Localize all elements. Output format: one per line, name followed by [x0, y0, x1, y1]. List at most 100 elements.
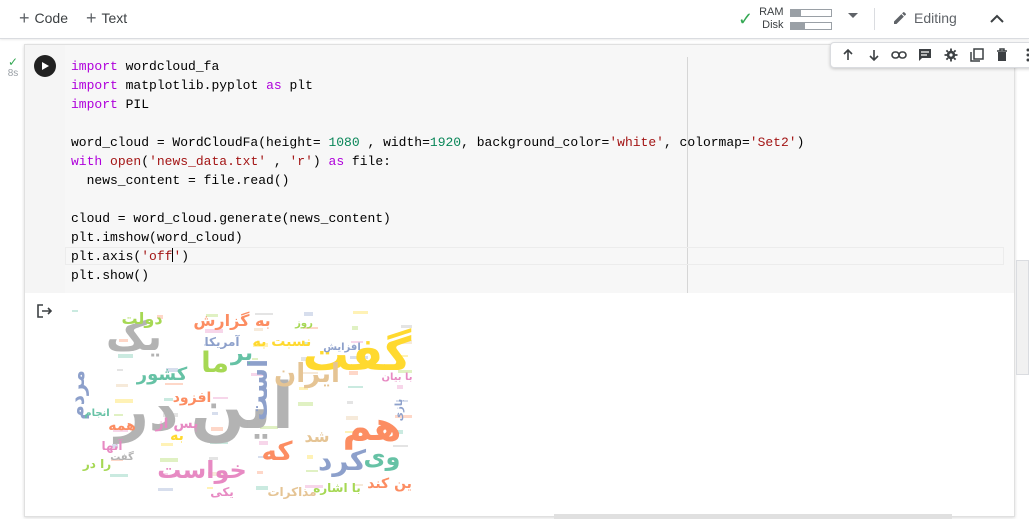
add-code-label: Code	[34, 10, 68, 26]
move-cell-up-button[interactable]	[837, 44, 859, 66]
arrow-up-icon	[843, 48, 853, 60]
code-line: import PIL	[71, 97, 150, 112]
success-check-icon: ✓	[7, 55, 19, 69]
wordcloud-small-word	[158, 488, 173, 491]
wordcloud-word: این کند	[367, 476, 412, 492]
more-actions-button[interactable]	[1017, 44, 1029, 66]
wordcloud-word: دولت	[121, 310, 162, 328]
connected-check-icon: ✓	[738, 8, 754, 29]
output-redirect-icon	[37, 304, 53, 318]
resource-meters: RAM Disk	[759, 6, 832, 32]
add-code-button[interactable]: + Code	[19, 9, 68, 27]
code-line: news_content = file.read()	[71, 173, 290, 188]
trash-icon	[997, 48, 1008, 61]
wordcloud-word: که	[262, 437, 294, 467]
wordcloud-word: افزود	[173, 390, 212, 406]
wordcloud-word: ایران	[274, 359, 340, 389]
cell-settings-button[interactable]	[940, 44, 962, 66]
code-line: plt.axis('off')	[71, 248, 190, 264]
wordcloud-word: بر	[230, 341, 253, 366]
code-line: word_cloud = WordCloudFa(height= 1080 , …	[71, 135, 805, 150]
code-line: plt.show()	[71, 268, 150, 283]
wordcloud-word: وی	[364, 443, 401, 471]
wordcloud-small-word	[306, 470, 318, 472]
wordcloud-word: بازی	[394, 399, 405, 421]
toolbar-divider	[874, 8, 875, 30]
runtime-dropdown-icon[interactable]	[848, 13, 858, 18]
code-editor[interactable]: import wordcloud_fa import matplotlib.py…	[65, 42, 1029, 293]
plus-icon: +	[86, 8, 97, 28]
wordcloud-word: افزایش	[323, 342, 361, 353]
disk-label: Disk	[762, 19, 784, 31]
wordcloud-small-word	[397, 385, 403, 389]
output-actions-button[interactable]	[37, 304, 53, 323]
wordcloud-word: نسبت به	[253, 334, 312, 350]
wordcloud-word: شد	[305, 427, 330, 446]
mirror-cell-button[interactable]	[966, 44, 988, 66]
wordcloud-small-word	[72, 310, 78, 312]
add-text-label: Text	[101, 10, 128, 26]
wordcloud-word: کرد	[318, 444, 367, 477]
execution-status: ✓ 8s	[4, 56, 22, 80]
move-cell-down-button[interactable]	[863, 44, 885, 66]
editing-label: Editing	[914, 10, 957, 26]
code-cell[interactable]: import wordcloud_fa import matplotlib.py…	[24, 42, 1029, 517]
wordcloud-word: کشور	[136, 364, 188, 385]
code-line: with open('news_data.txt' , 'r') as file…	[71, 154, 391, 169]
cell-toolbar	[830, 42, 1029, 68]
wordcloud-svg: ایندرگفتیکهمما ایرانکردکهخواست ویکشور استشد…	[72, 310, 412, 499]
code-line: plt.imshow(word_cloud)	[71, 230, 243, 245]
code-text[interactable]: import wordcloud_fa import matplotlib.py…	[71, 57, 804, 285]
arrow-down-icon	[869, 50, 879, 62]
cell-output: این در گفت یک هم ما ایران کرد که خواست وی کشور است شد…	[25, 294, 1014, 516]
wordcloud-small-word	[256, 486, 268, 490]
code-line: import matplotlib.pyplot as plt	[71, 78, 313, 93]
delete-cell-button[interactable]	[991, 44, 1013, 66]
wordcloud-word: به	[170, 428, 184, 444]
editing-mode-button[interactable]: Editing	[892, 10, 957, 26]
wordcloud-word: با اشاره	[313, 481, 361, 495]
wordcloud-word: به گزارش	[193, 311, 270, 330]
link-icon	[891, 51, 908, 59]
code-line-1-rest: wordcloud_fa	[125, 59, 220, 74]
pencil-icon	[894, 11, 907, 24]
wordcloud-word: یکی	[210, 485, 234, 499]
wordcloud-word: روز	[294, 318, 313, 329]
wordcloud-word: است	[244, 359, 274, 421]
wordcloud-small-word	[110, 474, 128, 477]
cell-gutter	[25, 45, 65, 293]
wordcloud-small-word	[304, 312, 313, 316]
wordcloud-small-word	[307, 455, 313, 459]
code-line: import wordcloud_fa	[71, 59, 220, 74]
wordcloud-word: انجام	[84, 408, 109, 419]
horizontal-scrollbar[interactable]	[554, 514, 952, 519]
ram-bar	[789, 8, 832, 17]
wordcloud-word: همه	[108, 418, 136, 434]
wordcloud-word: مذاکرات	[267, 485, 316, 499]
collapse-header-button[interactable]	[984, 6, 1010, 32]
wordcloud-word: خواست	[157, 456, 247, 484]
run-cell-button[interactable]	[34, 55, 56, 77]
wordcloud-small-word	[298, 402, 313, 406]
gear-icon	[944, 48, 958, 62]
vertical-scrollbar[interactable]	[1016, 260, 1029, 375]
chevron-up-icon	[990, 14, 1004, 23]
disk-bar	[789, 21, 832, 30]
toolbar: + Code + Text ✓ RAM Disk Editing	[0, 0, 1029, 39]
play-icon	[42, 62, 49, 70]
wordcloud-small-word	[348, 386, 363, 388]
comment-icon	[919, 49, 932, 61]
wordcloud-small-word	[257, 471, 263, 474]
add-text-button[interactable]: + Text	[86, 8, 128, 28]
wordcloud-word: گفت	[110, 450, 134, 463]
link-to-cell-button[interactable]	[888, 44, 910, 66]
execution-time: 8s	[7, 68, 19, 79]
resource-monitor[interactable]: ✓ RAM Disk	[738, 4, 832, 34]
add-comment-button[interactable]	[914, 44, 936, 66]
disk-bar-fill	[790, 22, 805, 29]
copy-to-tab-icon	[969, 48, 984, 62]
wordcloud-word: با بیان	[381, 372, 412, 383]
code-line: cloud = word_cloud.generate(news_content…	[71, 211, 391, 226]
wordcloud-word: را در	[82, 457, 111, 471]
wordcloud-image: این در گفت یک هم ما ایران کرد که خواست وی کشور است شد…	[72, 310, 412, 502]
